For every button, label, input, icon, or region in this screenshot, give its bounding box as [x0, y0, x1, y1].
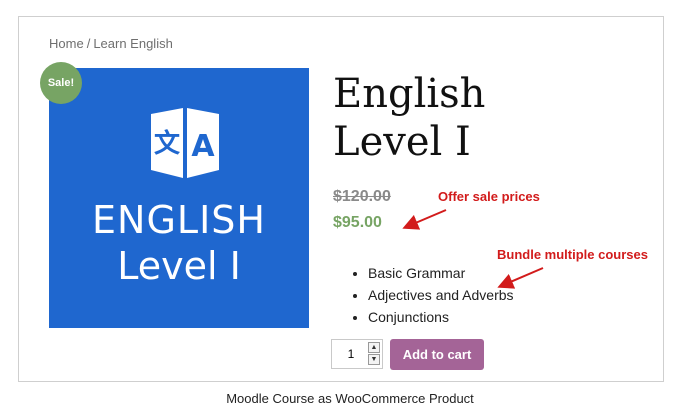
feature-list: Basic Grammar Adjectives and Adverbs Con…: [348, 262, 514, 328]
annotation-sale: Offer sale prices: [438, 189, 540, 204]
feature-item: Conjunctions: [368, 306, 514, 328]
feature-item: Adjectives and Adverbs: [368, 284, 514, 306]
increment-icon[interactable]: ▲: [368, 342, 380, 353]
figure-caption: Moodle Course as WooCommerce Product: [226, 391, 474, 406]
quantity-stepper: ▲ ▼: [331, 339, 383, 369]
sale-price: $95.00: [333, 214, 382, 231]
sale-badge: Sale!: [40, 62, 82, 104]
annotation-bundle: Bundle multiple courses: [497, 247, 648, 262]
breadcrumb-separator: /: [86, 36, 91, 51]
decrement-icon[interactable]: ▼: [368, 354, 380, 365]
breadcrumb: Home / Learn English: [49, 36, 173, 51]
product-title-line2: Level I: [333, 119, 471, 165]
image-title-line2: Level I: [117, 244, 241, 288]
product-title: English Level I: [333, 70, 593, 166]
image-title-line1: ENGLISH: [92, 198, 266, 242]
quantity-input[interactable]: [336, 345, 366, 363]
product-title-line1: English: [333, 71, 486, 117]
add-to-cart-button[interactable]: Add to cart: [390, 339, 484, 370]
breadcrumb-current: Learn English: [93, 36, 173, 51]
feature-item: Basic Grammar: [368, 262, 514, 284]
regular-price: $120.00: [333, 188, 391, 205]
svg-text:文: 文: [154, 128, 181, 159]
translate-flag-icon: 文 A: [151, 108, 219, 178]
svg-text:A: A: [191, 129, 215, 164]
stepper-buttons: ▲ ▼: [368, 342, 380, 366]
breadcrumb-home-link[interactable]: Home: [49, 36, 84, 51]
product-image[interactable]: 文 A ENGLISH Level I: [49, 68, 309, 328]
